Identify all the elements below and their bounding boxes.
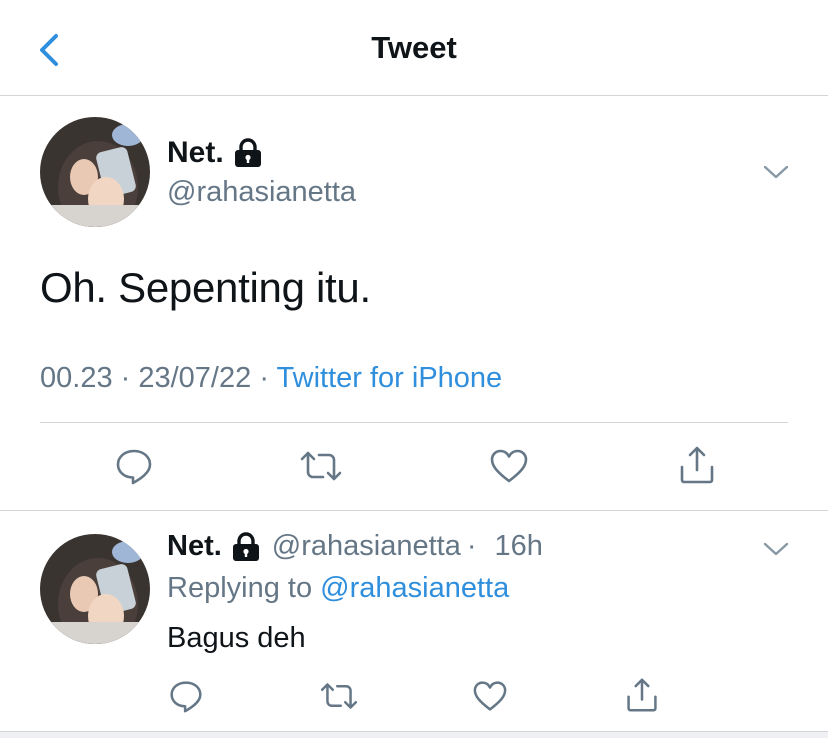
like-button[interactable] bbox=[487, 446, 531, 486]
chevron-down-icon bbox=[763, 165, 789, 179]
share-button[interactable] bbox=[622, 676, 662, 714]
retweet-icon bbox=[320, 683, 358, 709]
page-title: Tweet bbox=[371, 30, 457, 65]
share-button[interactable] bbox=[675, 444, 719, 486]
meta-separator: · bbox=[466, 530, 477, 562]
reply-menu-button[interactable] bbox=[760, 537, 792, 561]
reply-handle: @rahasianetta bbox=[271, 530, 461, 562]
display-name: Net. bbox=[167, 530, 222, 562]
display-name: Net. bbox=[167, 136, 224, 169]
replying-to-mention[interactable]: @rahasianetta bbox=[320, 572, 509, 604]
reply-age: 16h bbox=[494, 530, 543, 562]
reply-icon bbox=[170, 681, 202, 713]
divider bbox=[0, 510, 828, 511]
tweet-meta: 00.23 · 23/07/22 · Twitter for iPhone bbox=[40, 362, 502, 395]
like-icon bbox=[490, 449, 528, 483]
reply-button[interactable] bbox=[166, 678, 206, 714]
author-handle[interactable]: @rahasianetta bbox=[167, 176, 356, 209]
like-icon bbox=[473, 681, 507, 711]
tweet-source-link[interactable]: Twitter for iPhone bbox=[277, 362, 503, 394]
share-icon bbox=[627, 678, 657, 712]
replying-prefix: Replying to bbox=[167, 572, 321, 604]
tweet-text: Oh. Sepenting itu. bbox=[40, 264, 371, 311]
tweet-author[interactable]: Net. bbox=[167, 136, 262, 170]
bottom-divider bbox=[0, 731, 828, 738]
reply-text: Bagus deh bbox=[167, 622, 306, 654]
tweet-time: 00.23 bbox=[40, 362, 113, 394]
profile-photo bbox=[40, 117, 150, 227]
navigation-header: Tweet bbox=[0, 0, 828, 96]
tweet-date: 23/07/22 bbox=[138, 362, 252, 394]
lock-icon bbox=[232, 531, 259, 561]
tweet-menu-button[interactable] bbox=[760, 160, 792, 184]
divider bbox=[40, 422, 788, 423]
reply-avatar[interactable] bbox=[40, 534, 150, 644]
share-icon bbox=[680, 446, 714, 484]
meta-separator: · bbox=[259, 362, 277, 394]
chevron-down-icon bbox=[763, 542, 789, 556]
retweet-button[interactable] bbox=[298, 446, 344, 486]
reply-author[interactable]: Net. @rahasianetta · 16h bbox=[167, 530, 543, 563]
meta-separator: · bbox=[120, 362, 139, 394]
replying-to: Replying to @rahasianetta bbox=[167, 572, 509, 605]
avatar[interactable] bbox=[40, 117, 150, 227]
lock-icon bbox=[234, 138, 261, 167]
retweet-icon bbox=[300, 451, 342, 481]
reply-icon bbox=[116, 449, 152, 485]
retweet-button[interactable] bbox=[318, 678, 360, 714]
reply-button[interactable] bbox=[112, 446, 156, 486]
profile-photo bbox=[40, 534, 150, 644]
like-button[interactable] bbox=[470, 678, 510, 714]
